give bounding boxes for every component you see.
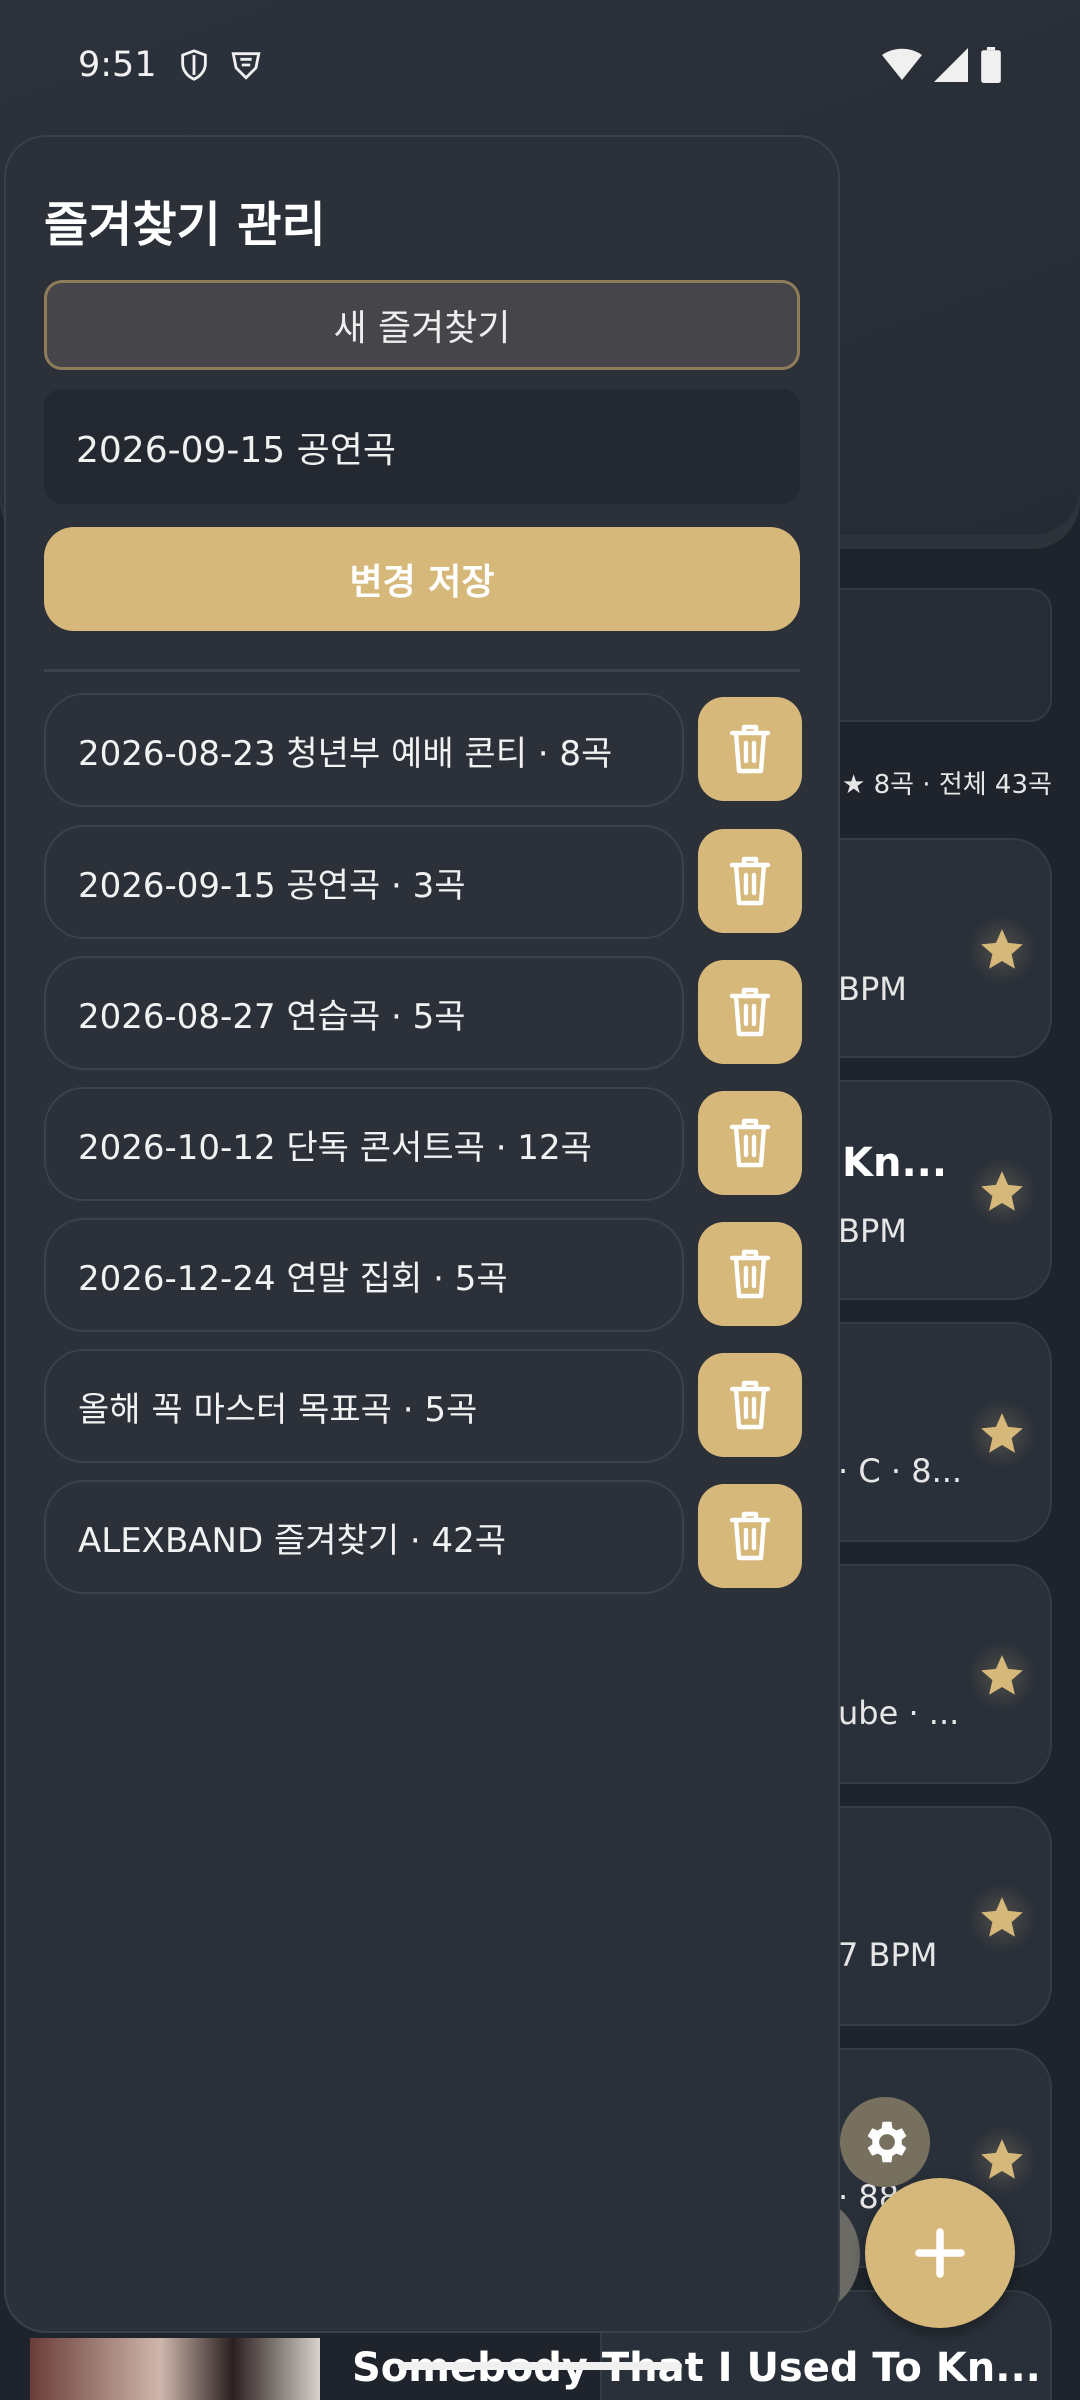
favorite-list-item[interactable]: 2026-10-12 단독 콘서트곡 · 12곡: [44, 1087, 684, 1201]
favorite-list-item[interactable]: 2026-08-23 청년부 예배 콘티 · 8곡: [44, 693, 684, 807]
gear-icon: [867, 2121, 907, 2163]
favorite-row: 올해 꼭 마스터 목표곡 · 5곡: [44, 1349, 802, 1463]
delete-favorite-button[interactable]: [698, 1222, 802, 1326]
favorite-list-item[interactable]: 2026-12-24 연말 집회 · 5곡: [44, 1218, 684, 1332]
favorite-row: 2026-08-27 연습곡 · 5곡: [44, 956, 802, 1070]
cellular-signal-icon: [934, 48, 968, 82]
favorite-star-button[interactable]: [967, 915, 1037, 985]
trash-icon: [729, 1511, 771, 1561]
favorite-star-button[interactable]: [967, 1399, 1037, 1469]
delete-favorite-button[interactable]: [698, 829, 802, 933]
shield-icon: [180, 49, 207, 81]
favorite-row: 2026-08-23 청년부 예배 콘티 · 8곡: [44, 693, 802, 807]
plus-icon: [915, 2228, 965, 2278]
settings-button[interactable]: [840, 2097, 930, 2187]
star-icon: [981, 1413, 1023, 1453]
trash-icon: [729, 1380, 771, 1430]
star-icon: [981, 1897, 1023, 1937]
song-title: Kn...: [842, 1140, 948, 1186]
favorite-star-button[interactable]: [967, 1883, 1037, 1953]
trash-icon: [729, 987, 771, 1037]
delete-favorite-button[interactable]: [698, 1353, 802, 1457]
trash-icon: [729, 1249, 771, 1299]
song-meta: BPM: [838, 970, 907, 1008]
favorite-list-item[interactable]: 2026-09-15 공연곡 · 3곡: [44, 825, 684, 939]
favorite-name-input[interactable]: 2026-09-15 공연곡: [44, 389, 800, 504]
favorites-drawer: 즐겨찾기 관리 새 즐겨찾기 2026-09-15 공연곡 변경 저장 2026…: [4, 135, 840, 2333]
song-meta: 7 BPM: [838, 1936, 938, 1974]
favorite-list-item[interactable]: 올해 꼭 마스터 목표곡 · 5곡: [44, 1349, 684, 1463]
favorite-row: ALEXBAND 즐겨찾기 · 42곡: [44, 1480, 802, 1594]
battery-icon: [981, 47, 1001, 83]
wifi-icon: [882, 48, 922, 80]
delete-favorite-button[interactable]: [698, 1484, 802, 1588]
status-bar: 9:51: [0, 0, 1080, 130]
favorites-count-label: ★ 8곡 · 전체 43곡: [842, 770, 1052, 800]
delete-favorite-button[interactable]: [698, 1091, 802, 1195]
favorite-row: 2026-12-24 연말 집회 · 5곡: [44, 1218, 802, 1332]
song-meta: BPM: [838, 1212, 907, 1250]
trash-icon: [729, 1118, 771, 1168]
favorite-list-item[interactable]: 2026-08-27 연습곡 · 5곡: [44, 956, 684, 1070]
star-icon: [981, 929, 1023, 969]
add-song-button[interactable]: [865, 2178, 1015, 2328]
favorite-list-item[interactable]: ALEXBAND 즐겨찾기 · 42곡: [44, 1480, 684, 1594]
drawer-title: 즐겨찾기 관리: [44, 197, 326, 253]
trash-icon: [729, 724, 771, 774]
trash-icon: [729, 856, 771, 906]
star-icon: [981, 2139, 1023, 2179]
vpn-badge-icon: [231, 52, 261, 80]
now-playing-thumbnail[interactable]: [30, 2338, 320, 2400]
favorite-row: 2026-09-15 공연곡 · 3곡: [44, 825, 802, 939]
favorite-star-button[interactable]: [967, 2125, 1037, 2195]
favorite-row: 2026-10-12 단독 콘서트곡 · 12곡: [44, 1087, 802, 1201]
new-favorite-button[interactable]: 새 즐겨찾기: [44, 280, 800, 370]
star-icon: [981, 1171, 1023, 1211]
star-icon: [981, 1655, 1023, 1695]
delete-favorite-button[interactable]: [698, 697, 802, 801]
favorite-star-button[interactable]: [967, 1157, 1037, 1227]
status-time: 9:51: [78, 45, 157, 85]
favorite-star-button[interactable]: [967, 1641, 1037, 1711]
song-meta: ube · ...: [838, 1694, 960, 1732]
save-changes-button[interactable]: 변경 저장: [44, 527, 800, 631]
divider: [44, 669, 800, 672]
song-meta: · C · 8...: [838, 1452, 963, 1490]
delete-favorite-button[interactable]: [698, 960, 802, 1064]
home-indicator[interactable]: [398, 2362, 682, 2370]
